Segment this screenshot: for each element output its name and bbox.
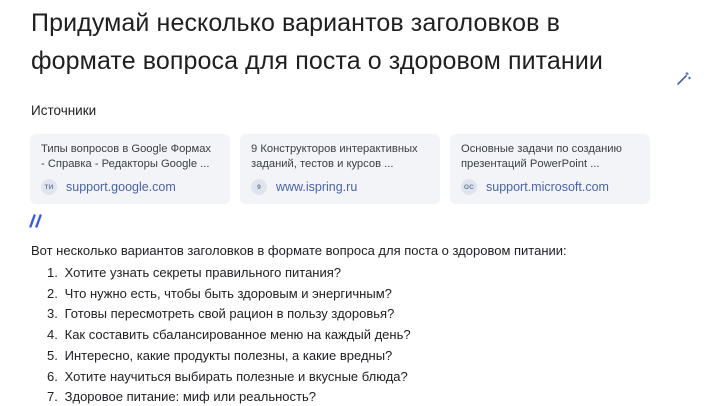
list-item-text: Как составить сбалансированное меню на к…	[64, 327, 411, 343]
source-domain: www.ispring.ru	[276, 180, 358, 194]
answer-list: 1. Хотите узнать секреты правильного пит…	[47, 263, 411, 406]
list-item-number: 6.	[47, 368, 58, 384]
source-domain: support.microsoft.com	[486, 180, 609, 194]
site-favicon-icon: OC	[461, 179, 477, 195]
source-card-title: Основные задачи по созданию презентаций …	[461, 143, 622, 170]
list-item-number: 7.	[47, 389, 58, 405]
list-item: 6. Хотите научиться выбирать полезные и …	[47, 367, 411, 388]
sources-heading: Источники	[31, 103, 97, 118]
site-favicon-icon: TИ	[41, 179, 57, 195]
list-item: 1. Хотите узнать секреты правильного пит…	[47, 263, 411, 284]
list-item: 2. Что нужно есть, чтобы быть здоровым и…	[47, 284, 411, 305]
list-item-text: Хотите узнать секреты правильного питани…	[64, 265, 342, 280]
quote-icon	[29, 214, 42, 228]
list-item: 4. Как составить сбалансированное меню н…	[47, 325, 411, 346]
source-domain: support.google.com	[66, 180, 176, 194]
source-card-title: 9 Конструкторов интерактивных заданий, т…	[251, 143, 418, 170]
search-answer-page: Придумай несколько вариантов заголовков …	[0, 0, 715, 406]
list-item: 7. Здоровое питание: миф или реальность?	[47, 387, 411, 406]
list-item: 5. Интересно, какие продукты полезны, а …	[47, 346, 411, 367]
list-item-text: Готовы пересмотреть свой рацион в пользу…	[64, 306, 395, 322]
list-item-number: 3.	[47, 306, 58, 322]
site-favicon-icon: 9	[251, 179, 267, 195]
magic-wand-icon[interactable]	[675, 71, 691, 87]
source-card-footer: TИ support.google.com	[41, 179, 176, 195]
source-card-microsoft[interactable]: Основные задачи по созданию презентаций …	[450, 134, 650, 204]
answer-intro: Вот несколько вариантов заголовков в фор…	[31, 243, 567, 258]
list-item-text: Хотите научиться выбирать полезные и вку…	[64, 368, 408, 384]
list-item-number: 5.	[47, 347, 58, 363]
source-card-footer: 9 www.ispring.ru	[251, 179, 357, 195]
source-cards: Типы вопросов в Google Формах - Справка …	[30, 134, 650, 204]
source-card-title: Типы вопросов в Google Формах - Справка …	[41, 143, 212, 170]
list-item-text: Здоровое питание: миф или реальность?	[64, 389, 316, 405]
list-item-text: Что нужно есть, чтобы быть здоровым и эн…	[64, 285, 392, 301]
list-item: 3. Готовы пересмотреть свой рацион в пол…	[47, 304, 411, 325]
source-card-google[interactable]: Типы вопросов в Google Формах - Справка …	[30, 134, 230, 204]
list-item-number: 1.	[47, 265, 58, 280]
question-title: Придумай несколько вариантов заголовков …	[31, 9, 603, 75]
source-card-ispring[interactable]: 9 Конструкторов интерактивных заданий, т…	[240, 134, 440, 204]
list-item-number: 4.	[47, 327, 58, 343]
list-item-text: Интересно, какие продукты полезны, а как…	[64, 347, 393, 363]
list-item-number: 2.	[47, 285, 58, 301]
source-card-footer: OC support.microsoft.com	[461, 179, 609, 195]
